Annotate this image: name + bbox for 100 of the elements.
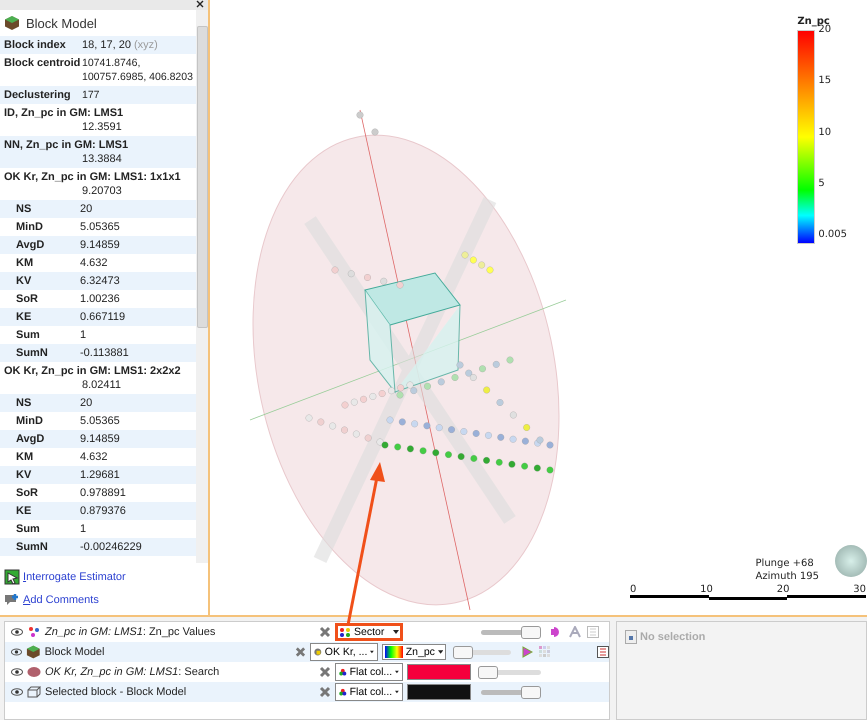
document-icon [625,630,637,644]
remove-icon[interactable] [319,666,331,678]
empty-message: No selection [640,631,706,643]
dots-icon [339,626,351,638]
style-dropdown[interactable]: Flat col... [335,663,403,681]
caret-icon [370,650,374,654]
field-label: NS [15,396,32,410]
label-icon [569,626,581,638]
link[interactable]: Interrogate Estimator [23,571,126,583]
layer-name[interactable]: Selected block - Block Model [45,686,315,698]
field-value: 1.00236 [79,292,121,306]
field-value: 18, 17, 20 [81,39,131,51]
cube-icon [4,15,20,31]
cursor-icon [4,569,20,585]
scale-label: 0 [630,584,636,595]
field-label: KV [15,274,32,288]
layer-name[interactable]: Zn_pc in GM: LMS1: Zn_pc Values [45,626,315,638]
remove-icon[interactable] [319,686,331,698]
field-value: 10741.8746, 100757.6985, 406.8203 [81,56,194,84]
close-icon [196,0,204,8]
estimator-heading: OK Kr, Zn_pc in GM: LMS1: 1x1x1 [3,170,182,184]
estimator-heading: OK Kr, Zn_pc in GM: LMS1: 2x2x2 [3,364,182,378]
scrollbar[interactable] [196,10,208,563]
balls-icon [339,686,347,698]
field-value: 0.879376 [79,504,127,518]
field-value: 0.978891 [79,486,127,500]
eye-icon[interactable] [11,668,23,676]
field-value: 5.05365 [79,220,121,234]
field-label: SumN [15,540,49,554]
ellipsoid-icon [27,666,41,678]
style-dropdown[interactable]: Flat col... [335,683,403,701]
eye-icon[interactable] [11,648,22,656]
field-value: 4.632 [79,256,109,270]
field-label: SoR [15,486,39,500]
legend-tick: 10 [818,126,832,138]
azimuth-label: Azimuth 195 [756,570,819,583]
field-label: Declustering [3,88,72,102]
style-dropdown[interactable]: Sector [335,623,403,641]
field-value: 20 [79,396,94,410]
field-value: -0.00246229 [79,540,143,554]
field-value: -0.113881 [79,346,130,360]
scale-label: 10 [700,584,713,595]
list-icon [587,626,599,638]
field-value: 1 [79,522,88,536]
remove-icon[interactable] [295,646,306,658]
field-value: 4.632 [79,450,109,464]
field-value: 5.05365 [79,414,121,428]
layer-name[interactable]: OK Kr, Zn_pc in GM: LMS1: Search [45,666,315,678]
colormap-dropdown[interactable]: Zn_pc [382,644,446,660]
estimator-heading: NN, Zn_pc in GM: LMS1 [3,138,130,152]
panel-title: Block Model [26,16,97,30]
caret-icon [438,650,444,654]
field-label: SumN [15,346,49,360]
grid-icon [539,646,552,658]
slider-thumb[interactable] [478,666,498,678]
points-icon [27,625,41,639]
slider-thumb[interactable] [521,686,541,698]
field-value: 6.32473 [79,274,121,288]
balls-icon [339,666,347,678]
field-label: KV [15,468,32,482]
field-label: MinD [15,220,44,234]
slider-thumb[interactable] [521,626,541,638]
field-label: KE [15,504,32,518]
field-label: AvgD [15,432,46,446]
legend-tick: 15 [818,75,832,86]
caret-icon [395,670,399,674]
comment-icon [4,593,20,607]
color-swatch[interactable] [407,664,471,680]
field-note: (xyz) [134,39,158,51]
field-value: 20 [79,202,94,216]
orientation-globe[interactable] [835,545,867,577]
eye-icon[interactable] [11,628,23,636]
remove-icon[interactable] [319,626,331,638]
field-label: SoR [15,292,39,306]
estimator-heading: ID, Zn_pc in GM: LMS1 [3,106,124,120]
field-value: 13.3884 [81,152,123,166]
link[interactable]: Add Comments [23,594,99,606]
caret-icon [393,630,399,634]
field-label: Block index [3,38,67,52]
caret-icon [395,690,399,694]
field-value: 9.14859 [79,238,121,252]
field-value: 8.02411 [81,378,122,392]
colormap-gradient [385,646,403,658]
field-label: KM [15,256,34,270]
slider-thumb[interactable] [452,646,473,658]
color-swatch[interactable] [407,684,471,700]
field-label: AvgD [15,238,46,252]
field-value: 1 [79,328,88,342]
style-dropdown[interactable]: OK Kr, ... [310,643,378,661]
scroll-thumb[interactable] [196,26,208,328]
field-label: MinD [15,414,44,428]
field-value: 1.29681 [79,468,121,482]
eye-icon[interactable] [11,688,23,696]
field-label: KE [15,310,32,324]
box-icon [27,686,41,698]
layer-name[interactable]: Block Model [44,646,292,658]
field-value: 177 [81,88,101,102]
field-label: Sum [15,522,41,536]
field-value: 12.3591 [81,120,123,134]
field-label: Block centroid [3,56,80,71]
